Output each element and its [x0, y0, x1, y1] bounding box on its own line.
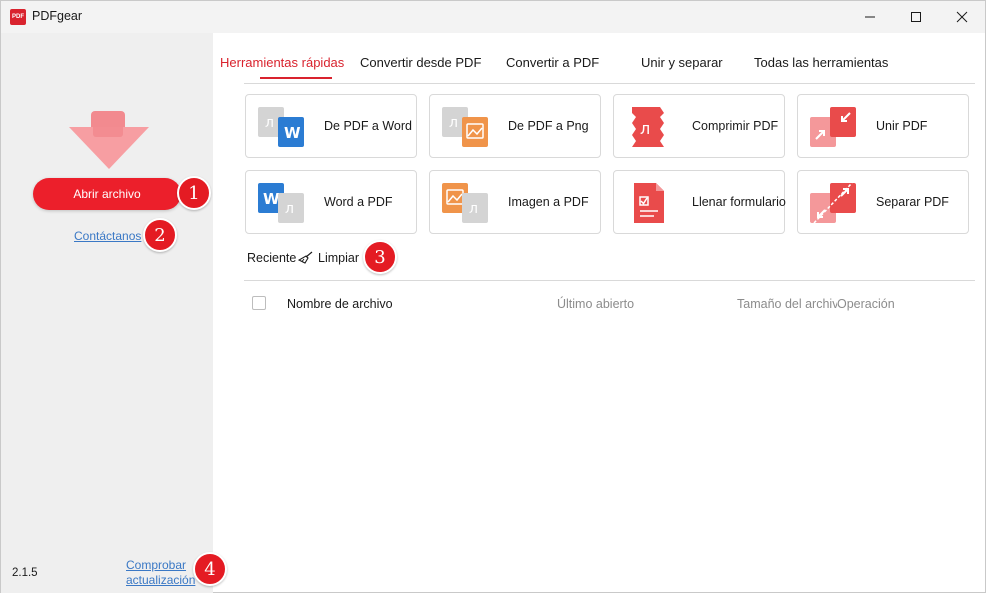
svg-text:W: W — [263, 190, 280, 208]
svg-text:ᴫ: ᴫ — [285, 201, 294, 217]
tool-pdf-to-word[interactable]: ᴫ W De PDF a Word — [245, 94, 417, 158]
fill-form-icon — [634, 183, 664, 223]
tool-pdf-to-png[interactable]: ᴫ De PDF a Png — [429, 94, 601, 158]
title-bar[interactable]: PDF PDFgear — [1, 1, 985, 33]
sidebar: Abrir archivo Contáctanos 2.1.5 Comproba… — [1, 33, 213, 593]
tab-merge-split[interactable]: Unir y separar — [641, 55, 723, 70]
tool-label: De PDF a Png — [508, 119, 589, 133]
maximize-button[interactable] — [893, 1, 939, 33]
tool-label: Word a PDF — [324, 195, 393, 209]
tool-label: Unir PDF — [876, 119, 928, 133]
callout-badge-4: 4 — [193, 552, 227, 586]
tool-compress-pdf[interactable]: ᴫ Comprimir PDF — [613, 94, 785, 158]
tool-label: Separar PDF — [876, 195, 949, 209]
app-logo: PDF — [10, 9, 26, 25]
active-tab-indicator — [260, 77, 332, 79]
svg-text:W: W — [284, 124, 301, 142]
callout-badge-2: 2 — [143, 218, 177, 252]
image-to-pdf-icon: ᴫ — [442, 183, 488, 223]
tab-quick-tools[interactable]: Herramientas rápidas — [220, 55, 344, 70]
check-update-link[interactable]: Comprobar actualización — [126, 558, 201, 588]
compress-pdf-icon: ᴫ — [632, 107, 664, 147]
callout-badge-3: 3 — [363, 240, 397, 274]
broom-icon — [298, 251, 313, 264]
merge-pdf-icon — [810, 107, 856, 147]
minimize-button[interactable] — [847, 1, 893, 33]
svg-text:ᴫ: ᴫ — [265, 115, 274, 131]
split-pdf-icon — [810, 182, 856, 224]
column-header-operation[interactable]: Operación — [837, 297, 895, 311]
version-label: 2.1.5 — [12, 567, 38, 579]
drop-arrow-icon — [69, 111, 149, 169]
close-icon — [956, 11, 968, 23]
tool-label: Comprimir PDF — [692, 119, 779, 133]
tool-merge-pdf[interactable]: Unir PDF — [797, 94, 969, 158]
app-title: PDFgear — [32, 9, 83, 23]
recent-divider — [244, 280, 975, 281]
tool-image-to-pdf[interactable]: ᴫ Imagen a PDF — [429, 170, 601, 234]
tab-convert-from-pdf[interactable]: Convertir desde PDF — [360, 55, 481, 70]
app-window: PDF PDFgear Abrir archivo Contáctanos 2.… — [0, 0, 986, 593]
contact-link[interactable]: Contáctanos — [74, 229, 141, 243]
minimize-icon — [865, 16, 875, 18]
svg-text:ᴫ: ᴫ — [449, 115, 458, 131]
column-header-size[interactable]: Tamaño del archivo — [737, 297, 837, 311]
close-button[interactable] — [939, 1, 985, 33]
column-header-last-opened[interactable]: Último abierto — [557, 297, 634, 311]
pdf-to-word-icon: ᴫ W — [258, 107, 304, 147]
tool-label: De PDF a Word — [324, 119, 412, 133]
svg-text:ᴫ: ᴫ — [640, 119, 650, 138]
tab-convert-to-pdf[interactable]: Convertir a PDF — [506, 55, 599, 70]
clear-recent-button[interactable]: Limpiar — [298, 249, 359, 267]
callout-badge-1: 1 — [177, 176, 211, 210]
clear-label: Limpiar — [318, 251, 359, 265]
svg-text:ᴫ: ᴫ — [469, 201, 478, 217]
column-header-name[interactable]: Nombre de archivo — [287, 297, 393, 311]
maximize-icon — [911, 12, 921, 22]
tab-bar: Herramientas rápidas Convertir desde PDF… — [213, 33, 985, 85]
tool-label: Imagen a PDF — [508, 195, 589, 209]
tool-fill-form[interactable]: Llenar formulario — [613, 170, 786, 234]
tab-all-tools[interactable]: Todas las herramientas — [754, 55, 888, 70]
open-file-button[interactable]: Abrir archivo — [33, 178, 181, 210]
select-all-checkbox[interactable] — [252, 296, 266, 310]
tabs-divider — [244, 83, 975, 84]
tool-word-to-pdf[interactable]: W ᴫ Word a PDF — [245, 170, 417, 234]
pdf-to-png-icon: ᴫ — [442, 107, 488, 147]
recent-label: Reciente — [247, 251, 297, 265]
tool-label: Llenar formulario — [692, 195, 786, 209]
word-to-pdf-icon: W ᴫ — [258, 183, 304, 223]
tool-split-pdf[interactable]: Separar PDF — [797, 170, 969, 234]
